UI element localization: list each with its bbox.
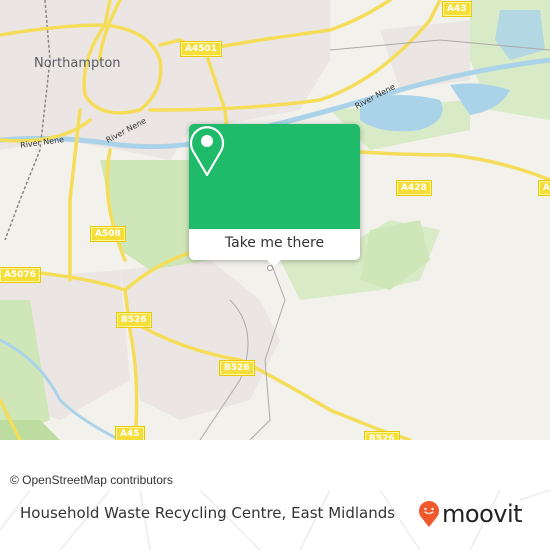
road-label-a43: A43 [442,1,472,17]
moovit-smiley-icon [419,501,439,527]
map[interactable]: Northampton River Nene River Nene River … [0,0,550,440]
road-label-a508: A508 [90,226,126,242]
moovit-logo[interactable]: moovit [418,500,523,528]
popup-header[interactable] [189,124,360,229]
place-label-northampton: Northampton [34,56,121,71]
map-attribution[interactable]: © OpenStreetMap contributors [0,470,181,490]
road-label-a45: A45 [115,426,145,440]
popup-tail [267,260,281,267]
place-title: Household Waste Recycling Centre, East M… [20,504,396,522]
road-label-a4501: A4501 [179,41,223,57]
road-label-b526: B526 [219,360,255,376]
moovit-logo-text: moovit [442,500,523,528]
road-label-a4: A4 [537,180,550,196]
road-label-b526: B526 [364,431,400,440]
take-me-there-button[interactable]: Take me there [189,229,360,260]
footer: Household Waste Recycling Centre, East M… [0,490,550,550]
road-label-a5076: A5076 [0,267,42,283]
road-label-b526: B526 [116,312,152,328]
road-label-a428: A428 [396,180,432,196]
location-popup[interactable]: Take me there [189,124,360,267]
map-pin-icon [189,126,225,177]
